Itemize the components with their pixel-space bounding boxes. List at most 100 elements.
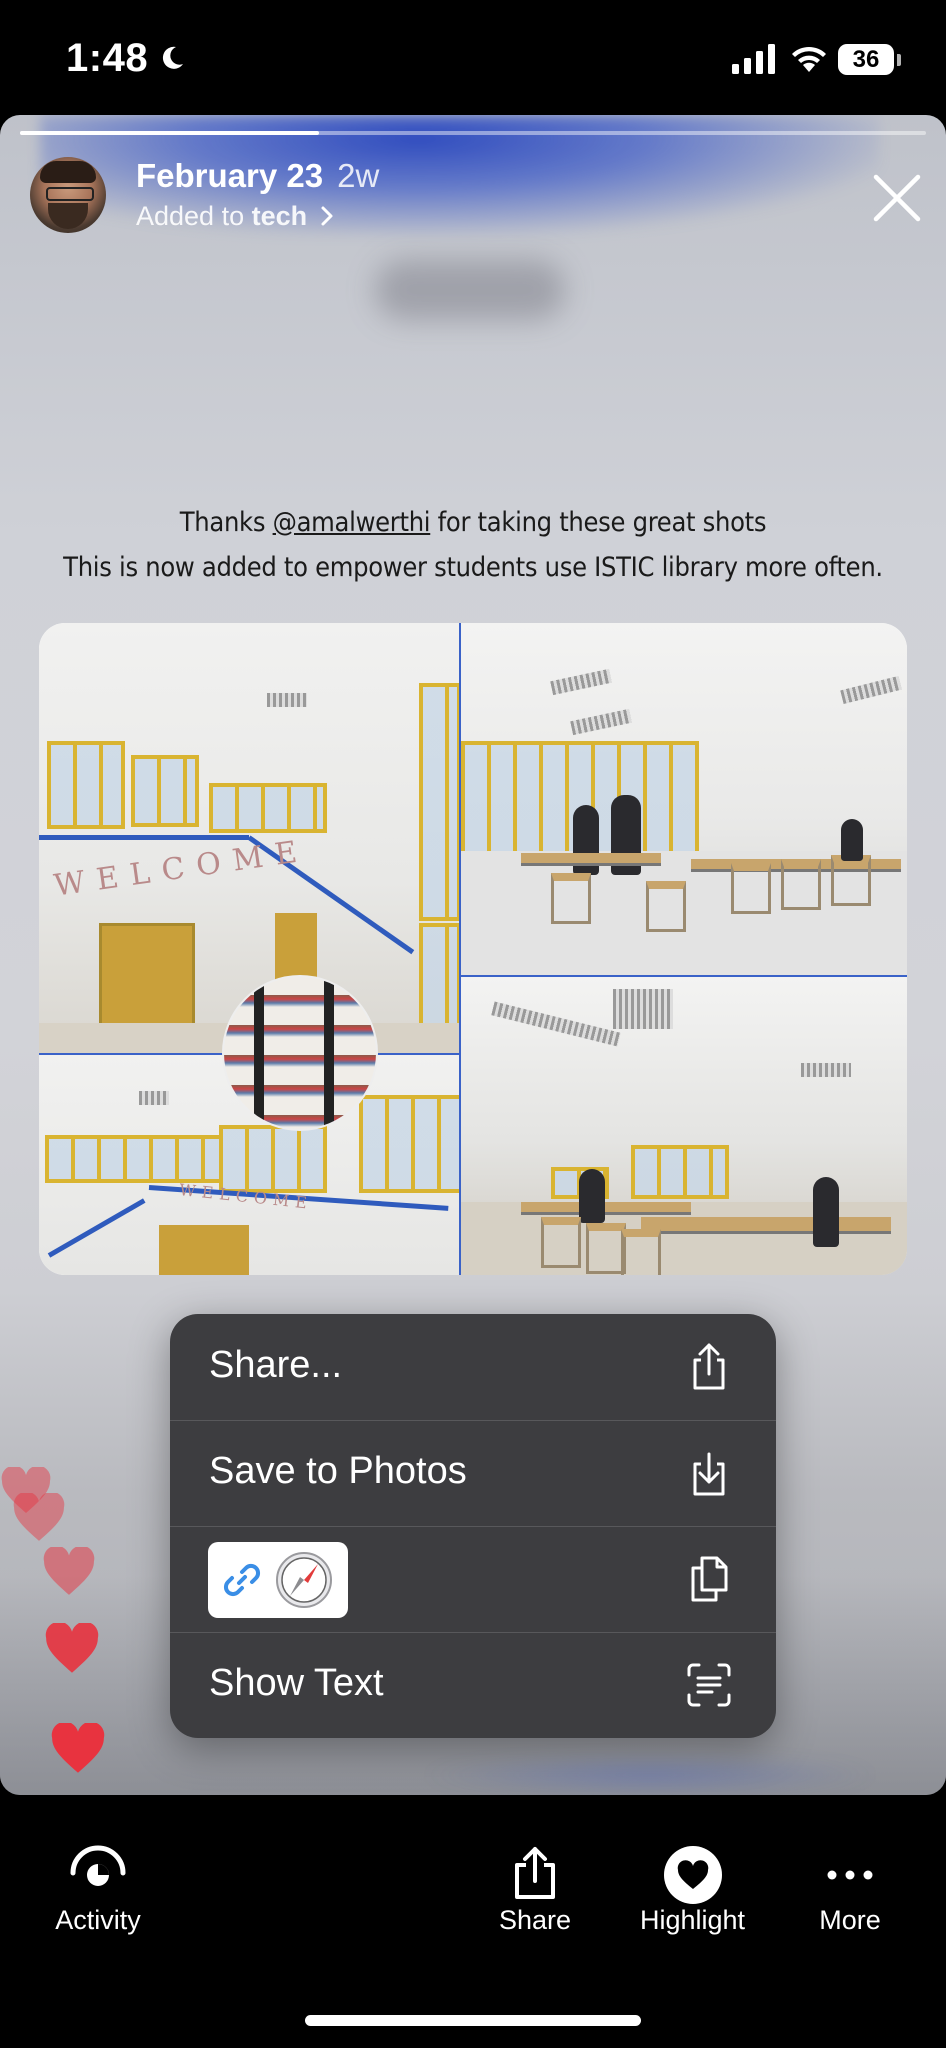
menu-item-label: Share... (209, 1344, 343, 1386)
background-blur (375, 260, 565, 320)
photo-reading-room (461, 623, 907, 975)
photo-bookshelf-circle (222, 975, 378, 1131)
ceiling-vent (267, 693, 307, 707)
chair (781, 859, 821, 910)
caption-line-1: Thanks @amalwerthi for taking these grea… (0, 500, 946, 545)
status-time: 1:48 (66, 36, 149, 80)
focus-moon-icon (162, 46, 183, 69)
activity-button[interactable]: Activity (38, 1845, 158, 1936)
window (359, 1095, 459, 1193)
wifi-icon (792, 46, 826, 72)
chair (541, 1217, 581, 1268)
close-icon[interactable] (872, 173, 922, 223)
link-icon (223, 1563, 261, 1597)
window (209, 783, 327, 833)
avatar[interactable] (30, 157, 106, 233)
chevron-right-icon (321, 206, 333, 226)
cellular-signal-icon (732, 44, 775, 74)
heart-reaction-icon (43, 1547, 95, 1595)
more-button[interactable]: More (800, 1845, 900, 1936)
collage-divider (459, 623, 461, 1275)
share-button[interactable]: Share (480, 1845, 590, 1936)
menu-item-label: Show Text (209, 1662, 384, 1704)
story-age: 2w (337, 157, 380, 194)
collage-divider (461, 975, 907, 977)
battery-indicator: 36 (838, 44, 894, 75)
chair (646, 881, 686, 932)
more-ellipsis-icon (827, 1870, 873, 1880)
table (641, 1217, 891, 1234)
save-icon (693, 1452, 725, 1496)
highlight-button[interactable]: Highlight (625, 1845, 760, 1936)
story-progress-fill (20, 131, 319, 135)
photo-staircase: WELCOME (39, 623, 459, 1053)
shelf-rack (324, 977, 334, 1129)
chair (551, 873, 591, 924)
heart-reaction-icon (13, 1493, 65, 1541)
window (47, 741, 125, 829)
ceiling-vent (840, 675, 902, 705)
image-context-menu: Share... Save to Photos Show Text (170, 1314, 776, 1738)
avatar-glasses (46, 187, 94, 201)
door (159, 1225, 249, 1275)
ceiling-vent (550, 668, 612, 696)
person (579, 1169, 605, 1223)
ceiling-vent (801, 1063, 851, 1077)
stair-rail (47, 1198, 146, 1258)
caption-text: for taking these great shots (430, 507, 767, 538)
heart-reaction-icon (51, 1723, 105, 1773)
bottom-glow (420, 1755, 880, 1795)
activity-label: Activity (55, 1905, 141, 1935)
welcome-wall-text: WELCOME (51, 833, 312, 904)
activity-eye-icon (70, 1845, 126, 1886)
window (419, 683, 459, 921)
window (631, 1145, 729, 1199)
story-date: February 23 (136, 157, 324, 194)
battery-tip (897, 54, 901, 66)
status-bar: 1:48 36 (0, 0, 946, 115)
stair-rail (39, 835, 249, 840)
share-icon (515, 1847, 555, 1899)
person (813, 1177, 839, 1247)
share-label: Share (498, 1905, 572, 1935)
photo-collage[interactable]: WELCOME WELCOME (39, 623, 907, 1275)
mention-link[interactable]: @amalwerthi (273, 507, 431, 538)
highlight-label: Highlight (639, 1905, 746, 1935)
menu-item-save-to-photos[interactable]: Save to Photos (170, 1420, 776, 1527)
safari-compass-icon (276, 1552, 332, 1608)
shelf-rack (254, 977, 264, 1129)
copy-icon (691, 1556, 728, 1602)
window (131, 755, 199, 827)
ceiling-vent (570, 708, 632, 736)
ceiling-vent (139, 1091, 169, 1105)
highlight-name: tech (251, 201, 308, 231)
heart-circle-icon (663, 1846, 722, 1904)
avatar-beard (48, 203, 88, 229)
home-indicator[interactable] (305, 2015, 641, 2026)
share-icon (693, 1343, 725, 1390)
caption-text: Thanks (179, 507, 273, 538)
story-title[interactable]: February 23 2w (136, 157, 379, 195)
table (521, 853, 661, 866)
menu-item-share[interactable]: Share... (170, 1314, 776, 1421)
window (219, 1125, 327, 1193)
subtitle-prefix: Added to (136, 201, 245, 231)
story-caption: Thanks @amalwerthi for taking these grea… (0, 500, 946, 590)
more-label: More (819, 1905, 881, 1935)
caption-line-2: This is now added to empower students us… (63, 552, 883, 583)
highlight-link[interactable]: Added to tech (136, 201, 335, 232)
menu-item-copy[interactable] (170, 1526, 776, 1633)
ceiling-vent (613, 989, 673, 1029)
menu-item-show-text[interactable]: Show Text (170, 1632, 776, 1738)
chair (831, 855, 871, 906)
photo-study-hall (461, 977, 907, 1275)
chair (731, 863, 771, 914)
chair (621, 1229, 661, 1275)
chair (586, 1223, 626, 1274)
menu-item-label: Save to Photos (209, 1450, 467, 1492)
table (521, 1202, 691, 1215)
heart-reaction-icon (45, 1623, 99, 1673)
avatar-hair (40, 161, 96, 183)
person (841, 819, 863, 861)
live-text-icon (687, 1663, 731, 1707)
